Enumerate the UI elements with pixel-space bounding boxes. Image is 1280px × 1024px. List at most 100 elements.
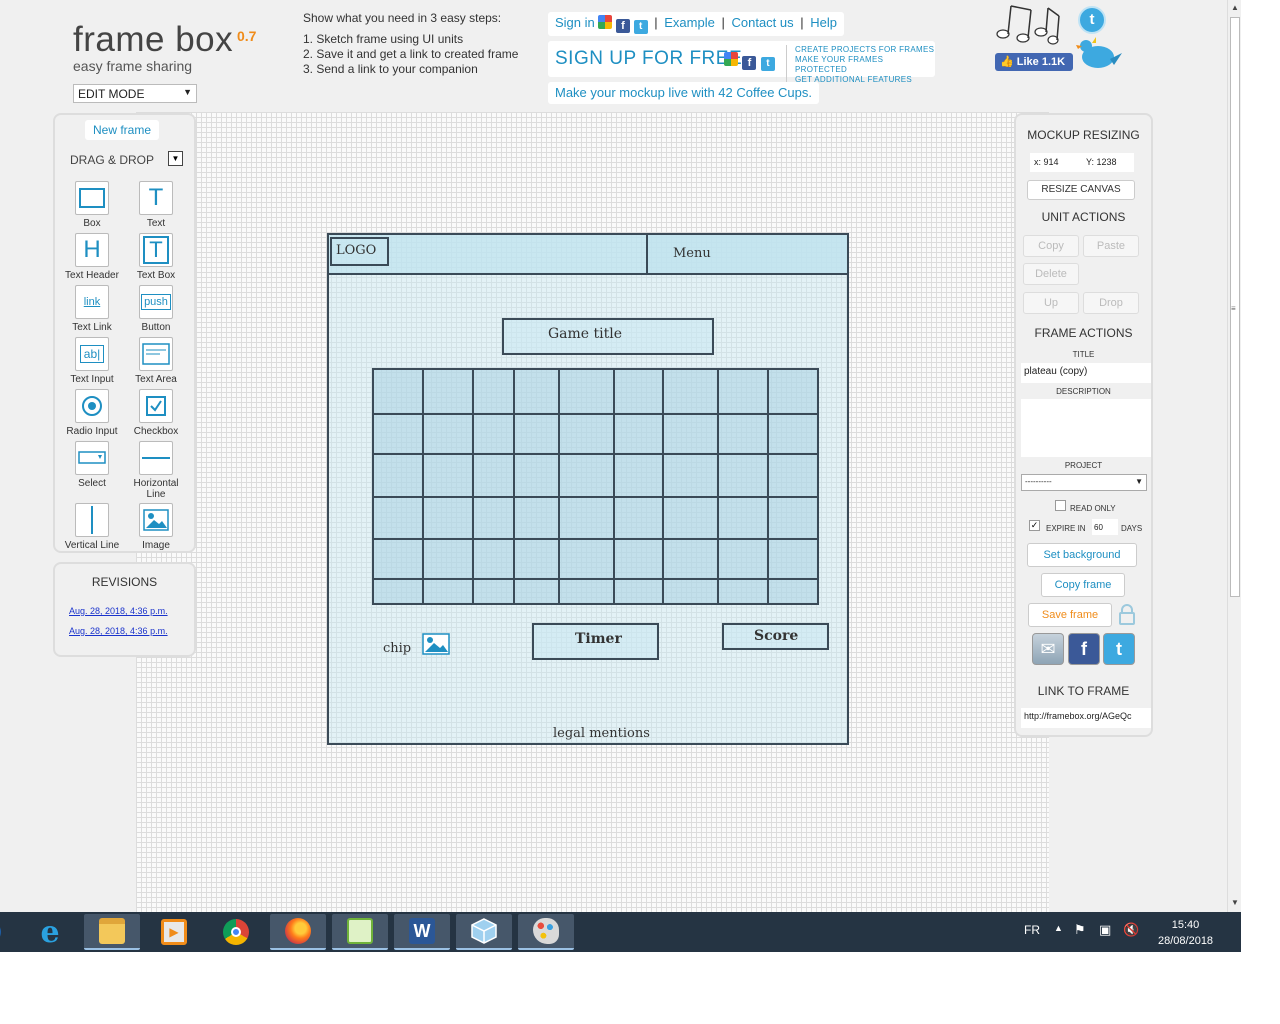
width-field[interactable]: x: 914 [1030,153,1082,172]
frame-link-input[interactable]: http://framebox.org/AGeQc [1021,708,1151,728]
media-player-icon: ▶ [161,919,187,945]
volume-muted-icon[interactable]: 🔇 [1123,922,1139,952]
tool-horizontal-line[interactable]: Horizontal Line [124,441,188,500]
start-button[interactable] [0,914,10,950]
move-up-button[interactable]: Up [1023,292,1079,314]
mockup-game-title: Game title [548,326,623,342]
new-frame-button[interactable]: New frame [85,120,160,140]
tool-text-input[interactable]: ab| Text Input [60,337,124,385]
tool-label: Text Header [65,270,119,281]
windows-start-icon [0,921,1,943]
board-line [662,370,664,603]
twitter-share-icon[interactable]: t [1103,633,1135,665]
taskbar-ie[interactable]: e [22,914,78,950]
expire-days-input[interactable]: 60 [1092,519,1118,535]
tool-box[interactable]: Box [60,181,124,229]
board-line [374,578,817,580]
language-indicator[interactable]: FR [1024,923,1040,952]
copy-frame-button[interactable]: Copy frame [1041,573,1125,597]
email-share-icon[interactable]: ✉ [1032,633,1064,665]
help-link[interactable]: Help [810,15,837,30]
scroll-down-icon[interactable]: ▼ [1231,898,1239,907]
tools-panel: New frame DRAG & DROP ▼ Box T Text H Tex… [53,113,196,553]
read-only-label: READ ONLY [1070,504,1116,513]
tool-vertical-line[interactable]: Vertical Line [60,503,124,551]
title-input[interactable]: plateau (copy) [1021,363,1151,383]
clock-time: 15:40 [1171,919,1200,931]
revision-link[interactable]: Aug. 28, 2018, 4:36 p.m. [69,606,168,616]
promo-link[interactable]: Make your mockup live with 42 Coffee Cup… [548,82,819,104]
step-3: 3. Send a link to your companion [303,62,478,76]
signup-link[interactable]: SIGN UP FOR FREE [555,48,742,70]
app-title[interactable]: frame box [73,20,233,60]
board-line [472,370,474,603]
height-field[interactable]: Y: 1238 [1082,153,1134,172]
sign-in-link[interactable]: Sign in [555,15,595,30]
taskbar-word[interactable]: W [394,914,450,950]
revisions-title: REVISIONS [91,575,158,589]
taskbar-chrome[interactable] [208,914,264,950]
tool-select[interactable]: Select [60,441,124,489]
show-hidden-icons[interactable]: ▲ [1054,923,1063,952]
word-icon: W [409,918,435,944]
button-icon: push [139,285,173,319]
facebook-like-button[interactable]: 👍 Like 1.1K [995,53,1073,71]
lock-icon[interactable] [1118,604,1136,626]
tool-text[interactable]: T Text [124,181,188,229]
vertical-scrollbar[interactable]: ▲ ≡ ▼ [1227,0,1241,912]
board-line [558,370,560,603]
twitter-icon[interactable]: t [760,57,775,71]
move-drop-button[interactable]: Drop [1083,292,1139,314]
google-icon[interactable] [598,15,613,29]
twitter-icon[interactable]: t [633,20,648,34]
network-icon[interactable]: ▣ [1099,922,1111,952]
tool-button[interactable]: push Button [124,285,188,333]
description-textarea[interactable] [1021,399,1151,457]
taskbar-file-explorer[interactable] [84,914,140,950]
twitter-icon[interactable]: t [1078,6,1106,34]
tool-text-box[interactable]: T Text Box [124,233,188,281]
tool-image[interactable]: Image [124,503,188,551]
mode-select[interactable]: EDIT MODE ▼ [73,84,197,103]
drag-drop-label: DRAG & DROP [70,153,155,167]
contact-link[interactable]: Contact us [731,15,793,30]
set-background-button[interactable]: Set background [1027,543,1137,567]
tool-checkbox[interactable]: Checkbox [124,389,188,437]
read-only-checkbox[interactable] [1055,500,1066,511]
mockup-image-icon[interactable] [422,633,450,655]
tool-text-header[interactable]: H Text Header [60,233,124,281]
project-select[interactable]: ---------- ▼ [1021,474,1147,491]
google-icon[interactable] [724,52,738,66]
mockup-game-board[interactable] [372,368,819,605]
taskbar-3d-app[interactable] [456,914,512,950]
facebook-icon[interactable]: f [616,19,630,33]
steps-block: Show what you need in 3 easy steps: 1. S… [303,11,518,77]
taskbar-paint[interactable] [518,914,574,950]
tool-radio-input[interactable]: Radio Input [60,389,124,437]
taskbar-media-player[interactable]: ▶ [146,914,202,950]
drag-drop-toggle[interactable]: ▼ [168,151,183,166]
revision-link[interactable]: Aug. 28, 2018, 4:36 p.m. [69,626,168,636]
firefox-icon [285,918,311,944]
resize-canvas-button[interactable]: RESIZE CANVAS [1027,180,1135,200]
chevron-down-icon: ▼ [1135,477,1143,486]
expire-checkbox[interactable]: ✓ [1029,520,1040,531]
facebook-icon[interactable]: f [742,56,757,70]
copy-unit-button[interactable]: Copy [1023,235,1079,257]
days-label: DAYS [1121,524,1143,533]
scroll-up-icon[interactable]: ▲ [1231,3,1239,12]
example-link[interactable]: Example [664,15,715,30]
twitter-bird-icon [1076,37,1122,68]
save-frame-button[interactable]: Save frame [1028,603,1112,627]
description-label: DESCRIPTION [1056,387,1111,396]
tool-text-area[interactable]: Text Area [124,337,188,385]
clock[interactable]: 15:40 28/08/2018 [1158,917,1213,952]
paste-unit-button[interactable]: Paste [1083,235,1139,257]
tool-text-link[interactable]: link Text Link [60,285,124,333]
taskbar-notepad[interactable] [332,914,388,950]
facebook-share-icon[interactable]: f [1068,633,1100,665]
action-center-icon[interactable]: ⚑ [1074,922,1086,952]
signup-benefit: CREATE PROJECTS FOR FRAMES [795,45,935,54]
taskbar-firefox[interactable] [270,914,326,950]
delete-unit-button[interactable]: Delete [1023,263,1079,285]
